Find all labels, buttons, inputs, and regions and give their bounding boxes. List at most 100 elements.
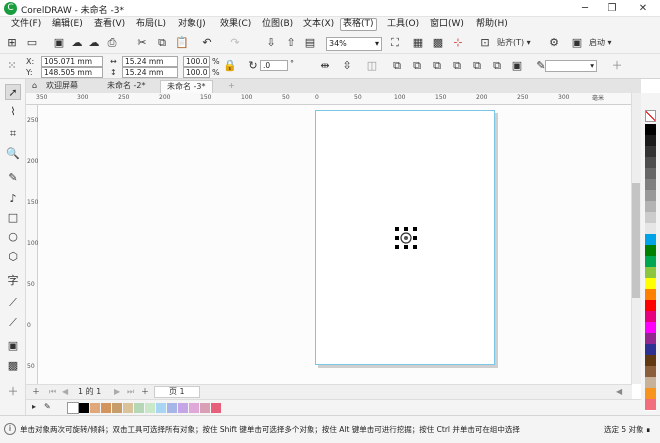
- add-page-icon[interactable]: ＋: [32, 387, 40, 397]
- pick-tool-icon[interactable]: ➚: [5, 84, 21, 100]
- document-color-swatch[interactable]: [112, 403, 122, 413]
- weld-icon[interactable]: ⧉: [390, 59, 404, 73]
- front-minus-back-icon[interactable]: ⧉: [470, 59, 484, 73]
- eyedropper-icon[interactable]: ✎: [44, 402, 51, 412]
- artistic-media-icon[interactable]: ♪: [5, 191, 21, 207]
- menu-effects[interactable]: 效果(C): [218, 18, 253, 31]
- text-tool-icon[interactable]: 字: [5, 273, 21, 289]
- document-color-swatch[interactable]: [134, 403, 144, 413]
- rectangle-tool-icon[interactable]: □: [5, 210, 21, 226]
- snap-to-dropdown[interactable]: 贴齐(T) ▾: [497, 38, 531, 48]
- publish-pdf-icon[interactable]: ▤: [303, 36, 317, 50]
- undo-icon[interactable]: ↶: [200, 36, 214, 50]
- import-icon[interactable]: ⇩: [264, 36, 278, 50]
- rotation-angle-field[interactable]: .0: [260, 60, 288, 71]
- parallel-dimension-icon[interactable]: ⟋: [5, 295, 21, 311]
- menu-help[interactable]: 帮助(H): [474, 18, 510, 31]
- selected-object-group[interactable]: [395, 227, 417, 249]
- width-field[interactable]: 15.24 mm: [122, 56, 178, 67]
- copy-icon[interactable]: ⧉: [155, 36, 169, 50]
- ellipse-tool-icon[interactable]: ○: [5, 229, 21, 245]
- scale-height-field[interactable]: 100.0: [183, 67, 210, 78]
- add-page-after-icon[interactable]: ＋: [141, 387, 149, 397]
- object-origin-icon[interactable]: ⁙: [5, 59, 19, 73]
- tab-document-3[interactable]: 未命名 -3*: [160, 80, 213, 93]
- cloud-download-icon[interactable]: ☁: [87, 36, 101, 50]
- document-palette-menu-icon[interactable]: ▸: [32, 402, 36, 412]
- scale-width-field[interactable]: 100.0: [183, 56, 210, 67]
- scroll-left-icon[interactable]: ◀: [616, 387, 622, 397]
- document-color-swatch[interactable]: [101, 403, 111, 413]
- tab-document-2[interactable]: 未命名 -2*: [101, 80, 152, 93]
- outline-width-select[interactable]: ▾: [545, 60, 597, 72]
- menu-window[interactable]: 窗口(W): [428, 18, 466, 31]
- menu-tools[interactable]: 工具(O): [385, 18, 421, 31]
- document-color-swatch[interactable]: [145, 403, 155, 413]
- previous-page-icon[interactable]: ◀: [62, 387, 68, 397]
- menu-table[interactable]: 表格(T): [340, 18, 377, 31]
- add-tool-icon[interactable]: ＋: [5, 384, 21, 400]
- zoom-tool-icon[interactable]: 🔍: [5, 146, 21, 162]
- save-icon[interactable]: ▣: [52, 36, 66, 50]
- intersect-icon[interactable]: ⧉: [430, 59, 444, 73]
- full-screen-icon[interactable]: ⛶: [388, 36, 402, 50]
- menu-layout[interactable]: 布局(L): [134, 18, 168, 31]
- mirror-horizontal-icon[interactable]: ⇹: [318, 59, 332, 73]
- rotate-icon[interactable]: ↻: [246, 59, 260, 73]
- menu-edit[interactable]: 编辑(E): [50, 18, 85, 31]
- launch-dropdown[interactable]: 启动 ▾: [589, 38, 612, 48]
- menu-view[interactable]: 查看(V): [92, 18, 127, 31]
- cut-icon[interactable]: ✂: [135, 36, 149, 50]
- next-page-icon[interactable]: ▶: [114, 387, 120, 397]
- document-color-swatch[interactable]: [79, 403, 89, 413]
- show-guidelines-icon[interactable]: ⊹: [451, 36, 465, 50]
- first-page-icon[interactable]: ⏮: [49, 387, 56, 397]
- print-icon[interactable]: ⎙: [105, 36, 119, 50]
- mirror-vertical-icon[interactable]: ⇳: [340, 59, 354, 73]
- export-icon[interactable]: ⇧: [284, 36, 298, 50]
- x-position-field[interactable]: 105.071 mm: [41, 56, 103, 67]
- open-folder-icon[interactable]: ▭: [25, 36, 39, 50]
- menu-text[interactable]: 文本(X): [301, 18, 336, 31]
- new-document-icon[interactable]: ⊞: [5, 36, 19, 50]
- zoom-level-select[interactable]: 34% ▾: [326, 37, 382, 51]
- cloud-upload-icon[interactable]: ☁: [70, 36, 84, 50]
- vertical-ruler[interactable]: 250 200 150 100 50 0 50: [26, 105, 38, 384]
- scrollbar-thumb[interactable]: [632, 183, 640, 298]
- crop-tool-icon[interactable]: ⌗: [5, 126, 21, 142]
- document-color-swatch[interactable]: [156, 403, 166, 413]
- trim-icon[interactable]: ⧉: [410, 59, 424, 73]
- shape-tool-icon[interactable]: ⌇: [5, 104, 21, 120]
- simplify-icon[interactable]: ⧉: [450, 59, 464, 73]
- tab-welcome-screen[interactable]: 欢迎屏幕: [40, 80, 84, 93]
- drop-shadow-icon[interactable]: ▣: [5, 338, 21, 354]
- transparency-tool-icon[interactable]: ▩: [5, 358, 21, 374]
- close-icon[interactable]: ✕: [632, 0, 654, 17]
- polygon-tool-icon[interactable]: ⬡: [5, 249, 21, 265]
- minimize-icon[interactable]: ─: [574, 0, 596, 17]
- document-page[interactable]: [315, 110, 495, 365]
- paste-icon[interactable]: 📋: [175, 36, 189, 50]
- color-swatch[interactable]: [645, 399, 656, 411]
- document-color-swatch[interactable]: [167, 403, 177, 413]
- combine-icon[interactable]: ◫: [365, 59, 379, 73]
- maximize-icon[interactable]: ❐: [601, 0, 623, 17]
- last-page-icon[interactable]: ⏭: [127, 387, 134, 397]
- menu-file[interactable]: 文件(F): [9, 18, 43, 31]
- add-icon[interactable]: ＋: [610, 59, 624, 73]
- document-color-swatch[interactable]: [178, 403, 188, 413]
- y-position-field[interactable]: 148.505 mm: [41, 67, 103, 78]
- height-field[interactable]: 15.24 mm: [122, 67, 178, 78]
- options-gear-icon[interactable]: ⚙: [547, 36, 561, 50]
- show-rulers-icon[interactable]: ▦: [411, 36, 425, 50]
- no-fill-swatch[interactable]: [645, 110, 656, 122]
- back-minus-front-icon[interactable]: ⧉: [490, 59, 504, 73]
- menu-object[interactable]: 对象(J): [176, 18, 208, 31]
- horizontal-ruler[interactable]: 350 300 250 200 150 100 50 0 50 100 150 …: [26, 93, 641, 105]
- document-color-swatch[interactable]: [67, 402, 79, 414]
- snap-icon[interactable]: ⊡: [478, 36, 492, 50]
- create-boundary-icon[interactable]: ▣: [510, 59, 524, 73]
- show-grid-icon[interactable]: ▩: [431, 36, 445, 50]
- connector-tool-icon[interactable]: ⟋: [5, 315, 21, 331]
- document-color-swatch[interactable]: [90, 403, 100, 413]
